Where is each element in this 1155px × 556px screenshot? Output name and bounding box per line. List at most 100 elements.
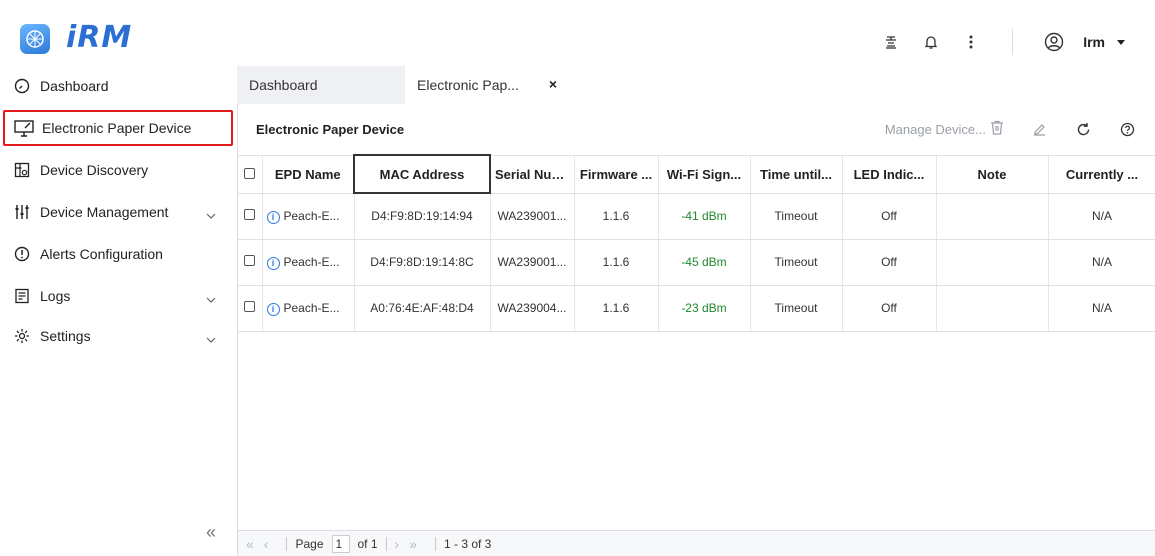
user-menu[interactable]: Irm bbox=[1083, 34, 1125, 50]
dashboard-icon bbox=[12, 76, 32, 96]
divider bbox=[286, 536, 288, 551]
tab-bar: Dashboard Electronic Pap... × bbox=[237, 66, 571, 104]
sidebar-item-dashboard[interactable]: Dashboard bbox=[12, 68, 220, 104]
wifi-signal-cell: -45 dBm bbox=[658, 239, 751, 286]
refresh-icon[interactable] bbox=[1074, 120, 1092, 138]
checkbox[interactable] bbox=[244, 167, 256, 179]
top-actions: Irm bbox=[880, 29, 1125, 55]
info-icon[interactable]: i bbox=[266, 256, 280, 270]
sidebar-item-electronic-paper-device[interactable]: Electronic Paper Device bbox=[3, 110, 233, 146]
led-indicator-cell: Off bbox=[842, 239, 937, 286]
sidebar-item-logs[interactable]: Logs bbox=[12, 278, 220, 314]
epd-name-cell[interactable]: i Peach-E... bbox=[262, 285, 355, 332]
select-all-header[interactable] bbox=[238, 154, 263, 194]
column-header-firmware[interactable]: Firmware ... bbox=[574, 154, 659, 194]
user-avatar-icon[interactable] bbox=[1043, 31, 1065, 53]
row-checkbox-cell[interactable] bbox=[238, 193, 263, 240]
sidebar: Dashboard Electronic Paper Device Device… bbox=[0, 62, 233, 556]
checkbox[interactable] bbox=[244, 209, 256, 220]
device-table: EPD Name MAC Address Serial Numbe Firmwa… bbox=[238, 154, 1155, 332]
panel-header: Electronic Paper Device Manage Device... bbox=[238, 104, 1155, 152]
tab-label: Dashboard bbox=[249, 77, 318, 93]
help-icon[interactable] bbox=[1118, 120, 1136, 138]
sliders-icon bbox=[12, 202, 32, 222]
logo-text: iRM bbox=[66, 20, 133, 55]
column-header-led-indicator[interactable]: LED Indic... bbox=[842, 154, 937, 194]
currently-cell: N/A bbox=[1048, 239, 1155, 286]
device-search-icon bbox=[12, 160, 32, 180]
led-indicator-cell: Off bbox=[842, 193, 937, 240]
mac-address-cell: D4:F9:8D:19:14:94 bbox=[354, 193, 491, 240]
manage-device-label: Manage Device... bbox=[884, 121, 986, 137]
note-cell bbox=[936, 239, 1049, 286]
row-checkbox-cell[interactable] bbox=[238, 285, 263, 332]
column-header-wifi-signal[interactable]: Wi-Fi Sign... bbox=[658, 154, 751, 194]
chevron-down-icon bbox=[206, 330, 216, 346]
divider bbox=[385, 536, 387, 551]
serial-number-cell: WA239001... bbox=[490, 193, 575, 240]
record-range-label: 1 - 3 of 3 bbox=[443, 536, 492, 551]
table-header-row: EPD Name MAC Address Serial Numbe Firmwa… bbox=[238, 154, 1155, 194]
tab-electronic-paper-device[interactable]: Electronic Pap... × bbox=[405, 66, 571, 104]
previous-page-icon[interactable]: ‹ bbox=[264, 536, 269, 552]
tab-dashboard[interactable]: Dashboard bbox=[237, 66, 405, 104]
firmware-cell: 1.1.6 bbox=[574, 285, 659, 332]
epd-name-cell[interactable]: i Peach-E... bbox=[262, 193, 355, 240]
first-page-icon[interactable]: « bbox=[246, 536, 254, 552]
page-number-input[interactable]: 1 bbox=[331, 534, 350, 553]
bell-icon[interactable] bbox=[920, 31, 942, 53]
page-label: Page bbox=[295, 536, 324, 551]
collapse-sidebar-button[interactable]: « bbox=[206, 522, 216, 543]
panel-toolbar: Manage Device... bbox=[885, 120, 1136, 138]
row-checkbox-cell[interactable] bbox=[238, 239, 263, 286]
table-row[interactable]: i Peach-E... A0:76:4E:AF:48:D4 WA239004..… bbox=[238, 285, 1155, 332]
note-cell bbox=[936, 193, 1049, 240]
epd-name-cell[interactable]: i Peach-E... bbox=[262, 239, 355, 286]
logo-icon[interactable] bbox=[20, 24, 50, 54]
sidebar-item-label: Device Discovery bbox=[40, 162, 149, 178]
note-cell bbox=[936, 285, 1049, 332]
time-until-cell: Timeout bbox=[750, 193, 843, 240]
page-title: Electronic Paper Device bbox=[256, 122, 405, 137]
firmware-cell: 1.1.6 bbox=[574, 239, 659, 286]
table-row[interactable]: i Peach-E... D4:F9:8D:19:14:94 WA239001..… bbox=[238, 193, 1155, 240]
sidebar-item-settings[interactable]: Settings bbox=[12, 318, 220, 354]
wifi-signal-cell: -23 dBm bbox=[658, 285, 751, 332]
epd-name: Peach-E... bbox=[283, 300, 340, 315]
mac-address-cell: A0:76:4E:AF:48:D4 bbox=[354, 285, 491, 332]
trash-icon bbox=[990, 120, 1004, 138]
next-page-icon[interactable]: › bbox=[395, 536, 400, 552]
column-header-mac-address[interactable]: MAC Address bbox=[353, 154, 491, 194]
column-header-epd-name[interactable]: EPD Name bbox=[262, 154, 355, 194]
language-icon[interactable] bbox=[880, 31, 902, 53]
column-header-currently[interactable]: Currently ... bbox=[1048, 154, 1155, 194]
info-icon[interactable]: i bbox=[266, 302, 280, 316]
checkbox[interactable] bbox=[244, 255, 256, 266]
wifi-signal-cell: -41 dBm bbox=[658, 193, 751, 240]
more-vertical-icon[interactable] bbox=[960, 31, 982, 53]
manage-device-button[interactable]: Manage Device... bbox=[885, 120, 1004, 138]
close-icon[interactable]: × bbox=[549, 76, 557, 92]
currently-cell: N/A bbox=[1048, 285, 1155, 332]
sidebar-item-alerts-configuration[interactable]: Alerts Configuration bbox=[12, 236, 220, 272]
top-bar: iRM Irm bbox=[0, 0, 1155, 62]
caret-down-icon bbox=[1117, 39, 1125, 45]
sidebar-item-device-management[interactable]: Device Management bbox=[12, 194, 220, 230]
divider bbox=[1012, 29, 1014, 55]
info-icon[interactable]: i bbox=[266, 210, 280, 224]
serial-number-cell: WA239004... bbox=[490, 285, 575, 332]
logs-icon bbox=[12, 286, 32, 306]
column-header-serial-number[interactable]: Serial Numbe bbox=[490, 154, 575, 194]
page-count-label: of 1 bbox=[357, 536, 378, 551]
edit-icon[interactable] bbox=[1030, 120, 1048, 138]
column-header-note[interactable]: Note bbox=[936, 154, 1049, 194]
main-panel: Electronic Paper Device Manage Device... bbox=[237, 104, 1155, 556]
chevron-down-icon bbox=[206, 290, 216, 306]
column-header-time-until[interactable]: Time until... bbox=[750, 154, 843, 194]
sidebar-item-device-discovery[interactable]: Device Discovery bbox=[12, 152, 220, 188]
firmware-cell: 1.1.6 bbox=[574, 193, 659, 240]
checkbox[interactable] bbox=[244, 301, 256, 312]
last-page-icon[interactable]: » bbox=[409, 536, 417, 552]
table-row[interactable]: i Peach-E... D4:F9:8D:19:14:8C WA239001..… bbox=[238, 239, 1155, 286]
sidebar-item-label: Settings bbox=[40, 328, 91, 344]
